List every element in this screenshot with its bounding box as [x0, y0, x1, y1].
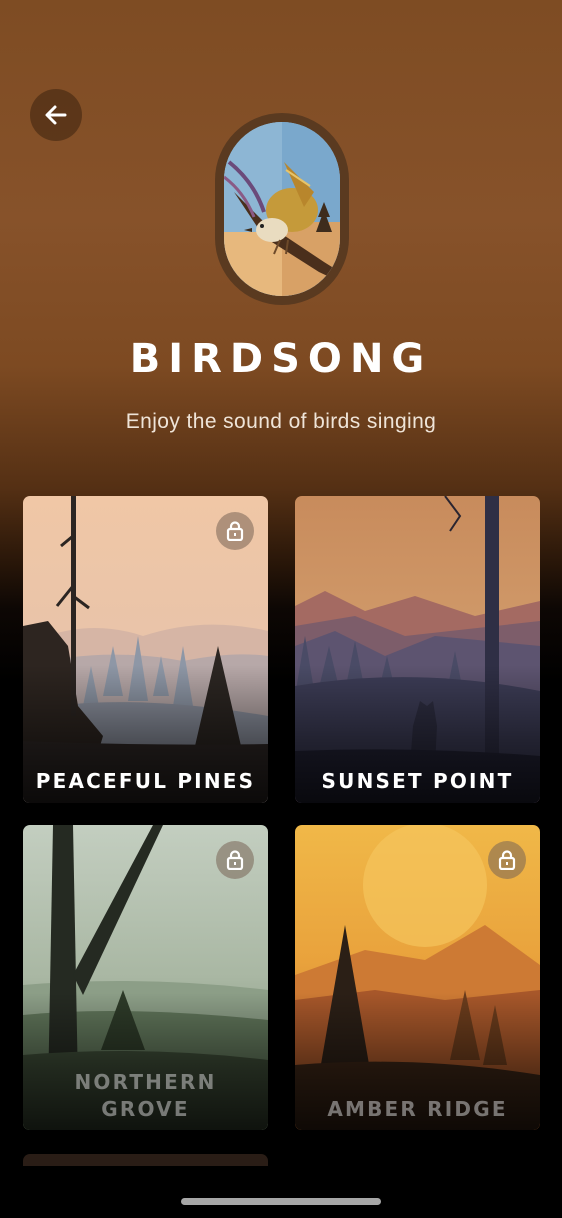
soundscape-card-amber-ridge[interactable]: AMBER RIDGE: [295, 825, 540, 1130]
home-indicator: [181, 1198, 381, 1205]
bird-illustration: [224, 122, 340, 296]
birdsong-screen: BIRDSONG Enjoy the sound of birds singin…: [0, 0, 562, 1218]
card-label: PEACEFUL PINES: [35, 769, 256, 793]
lock-icon: [216, 512, 254, 550]
back-button[interactable]: [30, 89, 82, 141]
lock-icon: [488, 841, 526, 879]
arrow-left-icon: [45, 105, 67, 125]
page-subtitle: Enjoy the sound of birds singing: [125, 410, 437, 433]
soundscape-card-peaceful-pines[interactable]: PEACEFUL PINES: [23, 496, 268, 803]
page-title: BIRDSONG: [129, 336, 433, 382]
card-label: AMBER RIDGE: [327, 1097, 508, 1121]
card-label: SUNSET POINT: [321, 769, 514, 793]
soundscape-card-sunset-point[interactable]: SUNSET POINT: [295, 496, 540, 803]
lock-icon: [216, 841, 254, 879]
next-card-edge: [23, 1154, 268, 1166]
soundscape-card-northern-grove[interactable]: NORTHERN GROVE: [23, 825, 268, 1130]
hero-emblem: [215, 113, 349, 305]
card-label: NORTHERN GROVE: [74, 1070, 217, 1121]
